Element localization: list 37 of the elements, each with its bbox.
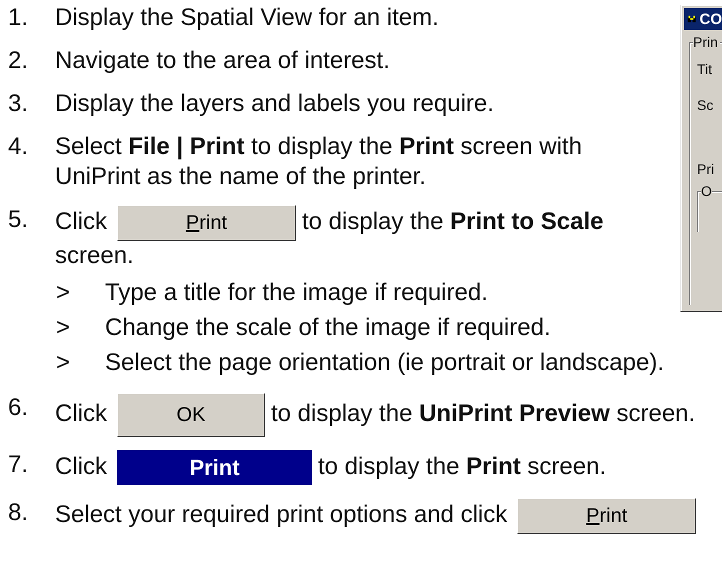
step-number: 1. bbox=[8, 3, 30, 33]
substep-text: Select the page orientation (ie portrait or landscape). bbox=[105, 348, 664, 378]
step-number: 6. bbox=[8, 393, 30, 423]
substep-text: Type a title for the image if required. bbox=[105, 278, 488, 308]
step-text: Click bbox=[55, 452, 107, 482]
step-text: Display the Spatial View for an item. bbox=[55, 4, 439, 31]
step-text: Click bbox=[55, 399, 107, 430]
step-text: to display the Print screen. bbox=[318, 452, 606, 482]
step-number: 7. bbox=[8, 450, 30, 480]
step-text: to display the UniPrint Preview screen. bbox=[271, 399, 696, 430]
print-button[interactable]: Print bbox=[117, 205, 296, 241]
bullet-marker: > bbox=[55, 313, 72, 343]
substep-text: Change the scale of the image if required. bbox=[105, 313, 551, 343]
bullet-marker: > bbox=[55, 348, 72, 378]
step-text: screen. bbox=[55, 241, 134, 271]
step-number: 8. bbox=[8, 498, 30, 528]
field-label: Sc bbox=[697, 97, 714, 113]
step-number: 2. bbox=[8, 46, 30, 76]
group-label: Prin bbox=[693, 34, 720, 50]
field-label: Pri bbox=[697, 161, 716, 177]
bullet-marker: > bbox=[55, 278, 72, 308]
field-label: Tit bbox=[697, 61, 714, 77]
print-button[interactable]: Print bbox=[117, 450, 312, 485]
step-text: Select your required print options and click bbox=[55, 500, 508, 530]
step-number: 3. bbox=[8, 89, 30, 119]
step-text: Click bbox=[55, 207, 107, 238]
step-text: to display the Print to Scale bbox=[302, 207, 604, 238]
print-button[interactable]: Print bbox=[517, 498, 696, 534]
step-text: Select File | Print to display the Print screen with UniPrint as the name of the printer. bbox=[55, 133, 582, 190]
group-label: O bbox=[701, 183, 712, 199]
dialog-title: CO bbox=[700, 10, 722, 28]
step-text: Display the layers and labels you require. bbox=[55, 90, 494, 117]
print-button[interactable]: OK bbox=[117, 393, 265, 437]
step-number: 4. bbox=[8, 132, 30, 162]
step-number: 5. bbox=[8, 205, 30, 235]
binoculars-icon bbox=[687, 13, 696, 25]
step-text: Navigate to the area of interest. bbox=[55, 47, 390, 74]
